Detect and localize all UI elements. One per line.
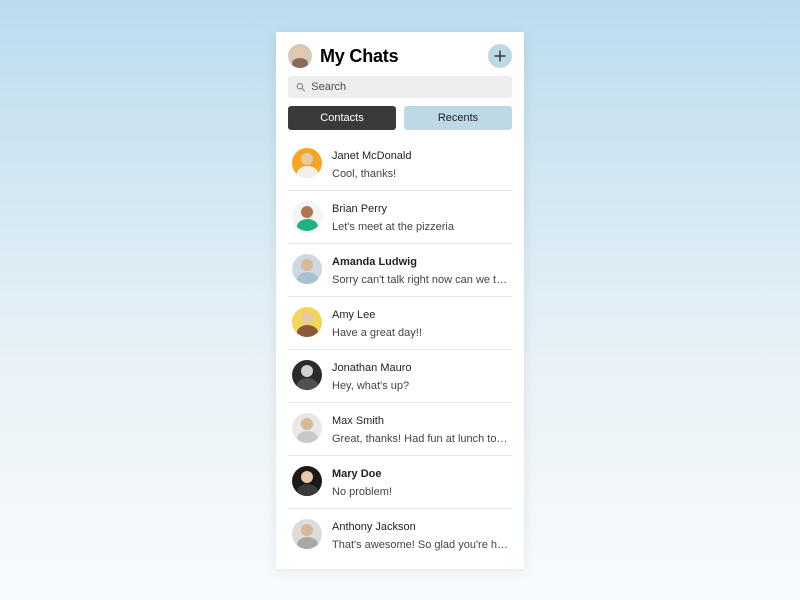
chat-row[interactable]: Amy Lee Have a great day!!: [288, 297, 512, 350]
search-icon: [296, 82, 305, 92]
contact-name: Janet McDonald: [332, 150, 512, 162]
message-preview: Sorry can't talk right now can we talk l…: [332, 274, 512, 286]
tabs: Contacts Recents: [288, 106, 512, 130]
contact-avatar: [292, 201, 322, 231]
chat-text: Anthony Jackson That's awesome! So glad y…: [332, 519, 512, 551]
chat-text: Brian Perry Let's meet at the pizzeria: [332, 201, 512, 233]
message-preview: No problem!: [332, 486, 512, 498]
chat-row[interactable]: Anthony Jackson That's awesome! So glad y…: [288, 509, 512, 561]
contact-avatar: [292, 360, 322, 390]
contact-name: Amanda Ludwig: [332, 256, 512, 268]
chat-row[interactable]: Brian Perry Let's meet at the pizzeria: [288, 191, 512, 244]
chat-text: Mary Doe No problem!: [332, 466, 512, 498]
chat-text: Amanda Ludwig Sorry can't talk right now …: [332, 254, 512, 286]
chat-row[interactable]: Max Smith Great, thanks! Had fun at lunch…: [288, 403, 512, 456]
plus-icon: [494, 50, 506, 62]
contact-name: Jonathan Mauro: [332, 362, 512, 374]
message-preview: Have a great day!!: [332, 327, 512, 339]
chat-text: Amy Lee Have a great day!!: [332, 307, 512, 339]
search-input[interactable]: [311, 81, 504, 93]
chat-row[interactable]: Amanda Ludwig Sorry can't talk right now …: [288, 244, 512, 297]
contact-avatar: [292, 519, 322, 549]
add-chat-button[interactable]: [488, 44, 512, 68]
chat-text: Jonathan Mauro Hey, what's up?: [332, 360, 512, 392]
contact-name: Mary Doe: [332, 468, 512, 480]
chat-text: Janet McDonald Cool, thanks!: [332, 148, 512, 180]
contact-avatar: [292, 307, 322, 337]
contact-name: Max Smith: [332, 415, 512, 427]
chat-row[interactable]: Mary Doe No problem!: [288, 456, 512, 509]
tab-recents[interactable]: Recents: [404, 106, 512, 130]
chats-panel: My Chats Contacts Recents Janet McDonald…: [276, 32, 524, 569]
message-preview: Hey, what's up?: [332, 380, 512, 392]
chat-text: Max Smith Great, thanks! Had fun at lunch…: [332, 413, 512, 445]
contact-name: Anthony Jackson: [332, 521, 512, 533]
chat-row[interactable]: Jonathan Mauro Hey, what's up?: [288, 350, 512, 403]
contact-avatar: [292, 413, 322, 443]
message-preview: Great, thanks! Had fun at lunch today wi…: [332, 433, 512, 445]
header: My Chats: [288, 44, 512, 68]
contact-avatar: [292, 466, 322, 496]
chat-list: Janet McDonald Cool, thanks! Brian Perry Le…: [288, 138, 512, 561]
contact-avatar: [292, 254, 322, 284]
contact-avatar: [292, 148, 322, 178]
contact-name: Amy Lee: [332, 309, 512, 321]
tab-contacts[interactable]: Contacts: [288, 106, 396, 130]
profile-avatar[interactable]: [288, 44, 312, 68]
message-preview: Let's meet at the pizzeria: [332, 221, 512, 233]
contact-name: Brian Perry: [332, 203, 512, 215]
search-bar[interactable]: [288, 76, 512, 98]
chat-row[interactable]: Janet McDonald Cool, thanks!: [288, 138, 512, 191]
message-preview: Cool, thanks!: [332, 168, 512, 180]
page-title: My Chats: [320, 46, 480, 67]
message-preview: That's awesome! So glad you're having a …: [332, 539, 512, 551]
